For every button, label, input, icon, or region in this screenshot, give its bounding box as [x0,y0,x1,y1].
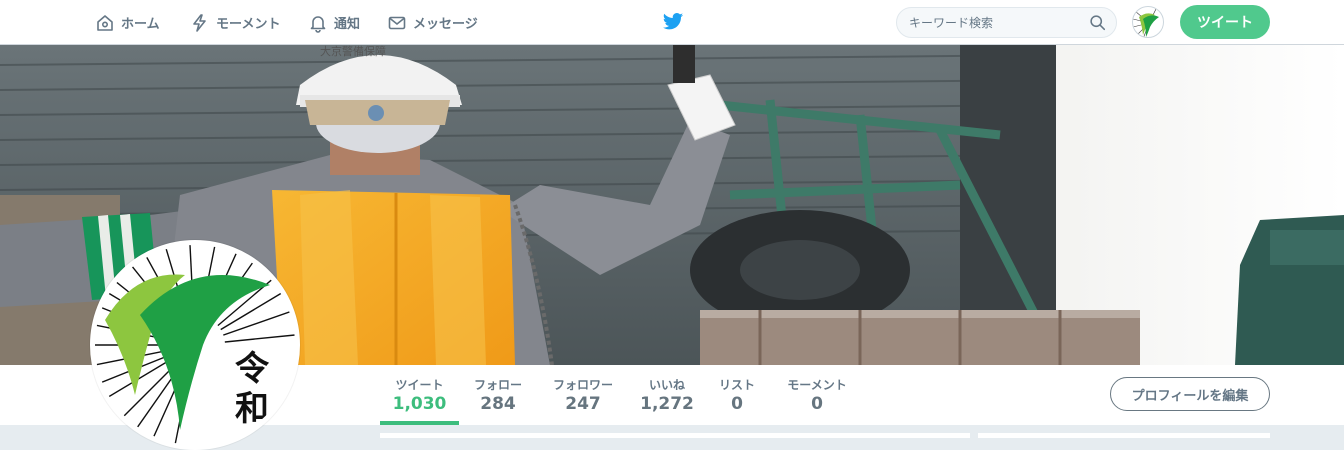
nav-home[interactable]: ホーム [95,0,160,45]
sidebar-card [978,433,1270,438]
search-input[interactable] [909,8,1089,37]
avatar-text-wa: 和 [235,389,269,429]
stat-value: 1,030 [392,394,447,414]
stat-label: リスト [718,378,755,392]
twitter-bird-icon[interactable] [662,12,684,32]
home-icon [97,14,113,31]
helmet-text: 大京警備保障 [320,45,386,58]
stat-likes[interactable]: いいね 1,272 [637,365,697,425]
stat-followers[interactable]: フォロワー 247 [545,365,621,425]
lightning-icon [193,13,206,32]
stat-label: モーメント [787,378,847,392]
stat-value: 247 [565,394,601,414]
nav-moments[interactable]: モーメント [190,0,280,45]
nav-messages-label: メッセージ [413,17,478,32]
account-avatar[interactable] [1132,6,1164,38]
search-icon[interactable] [1089,14,1106,31]
stat-moments[interactable]: モーメント 0 [777,365,857,425]
stat-value: 0 [811,394,823,414]
stat-label: いいね [648,378,685,392]
stat-value: 284 [480,394,516,414]
nav-notifications-label: 通知 [334,17,361,32]
bell-icon [310,15,326,33]
profile-avatar[interactable]: 令 和 [90,240,300,450]
nav-moments-label: モーメント [216,17,281,32]
search-box [896,7,1117,38]
stat-label: ツイート [395,378,444,392]
stat-value: 1,272 [640,394,694,414]
stat-label: フォロー [473,378,522,392]
avatar-text-rei: 令 [235,349,270,389]
stat-label: フォロワー [552,378,613,392]
top-navigation-bar: ホーム モーメント 通知 メッセージ キーワード検索 ツイート [0,0,1344,45]
nav-home-label: ホーム [121,17,160,32]
edit-profile-button[interactable]: プロフィールを編集 [1110,377,1270,411]
nav-messages[interactable]: メッセージ [387,0,478,45]
stat-tweets[interactable]: ツイート 1,030 [380,365,459,425]
nav-notifications[interactable]: 通知 [308,0,360,45]
stat-value: 0 [731,394,743,414]
timeline-card [380,433,970,438]
tweet-button[interactable]: ツイート [1180,5,1270,39]
stat-lists[interactable]: リスト 0 [711,365,763,425]
envelope-icon [388,16,406,29]
stat-following[interactable]: フォロー 284 [467,365,529,425]
